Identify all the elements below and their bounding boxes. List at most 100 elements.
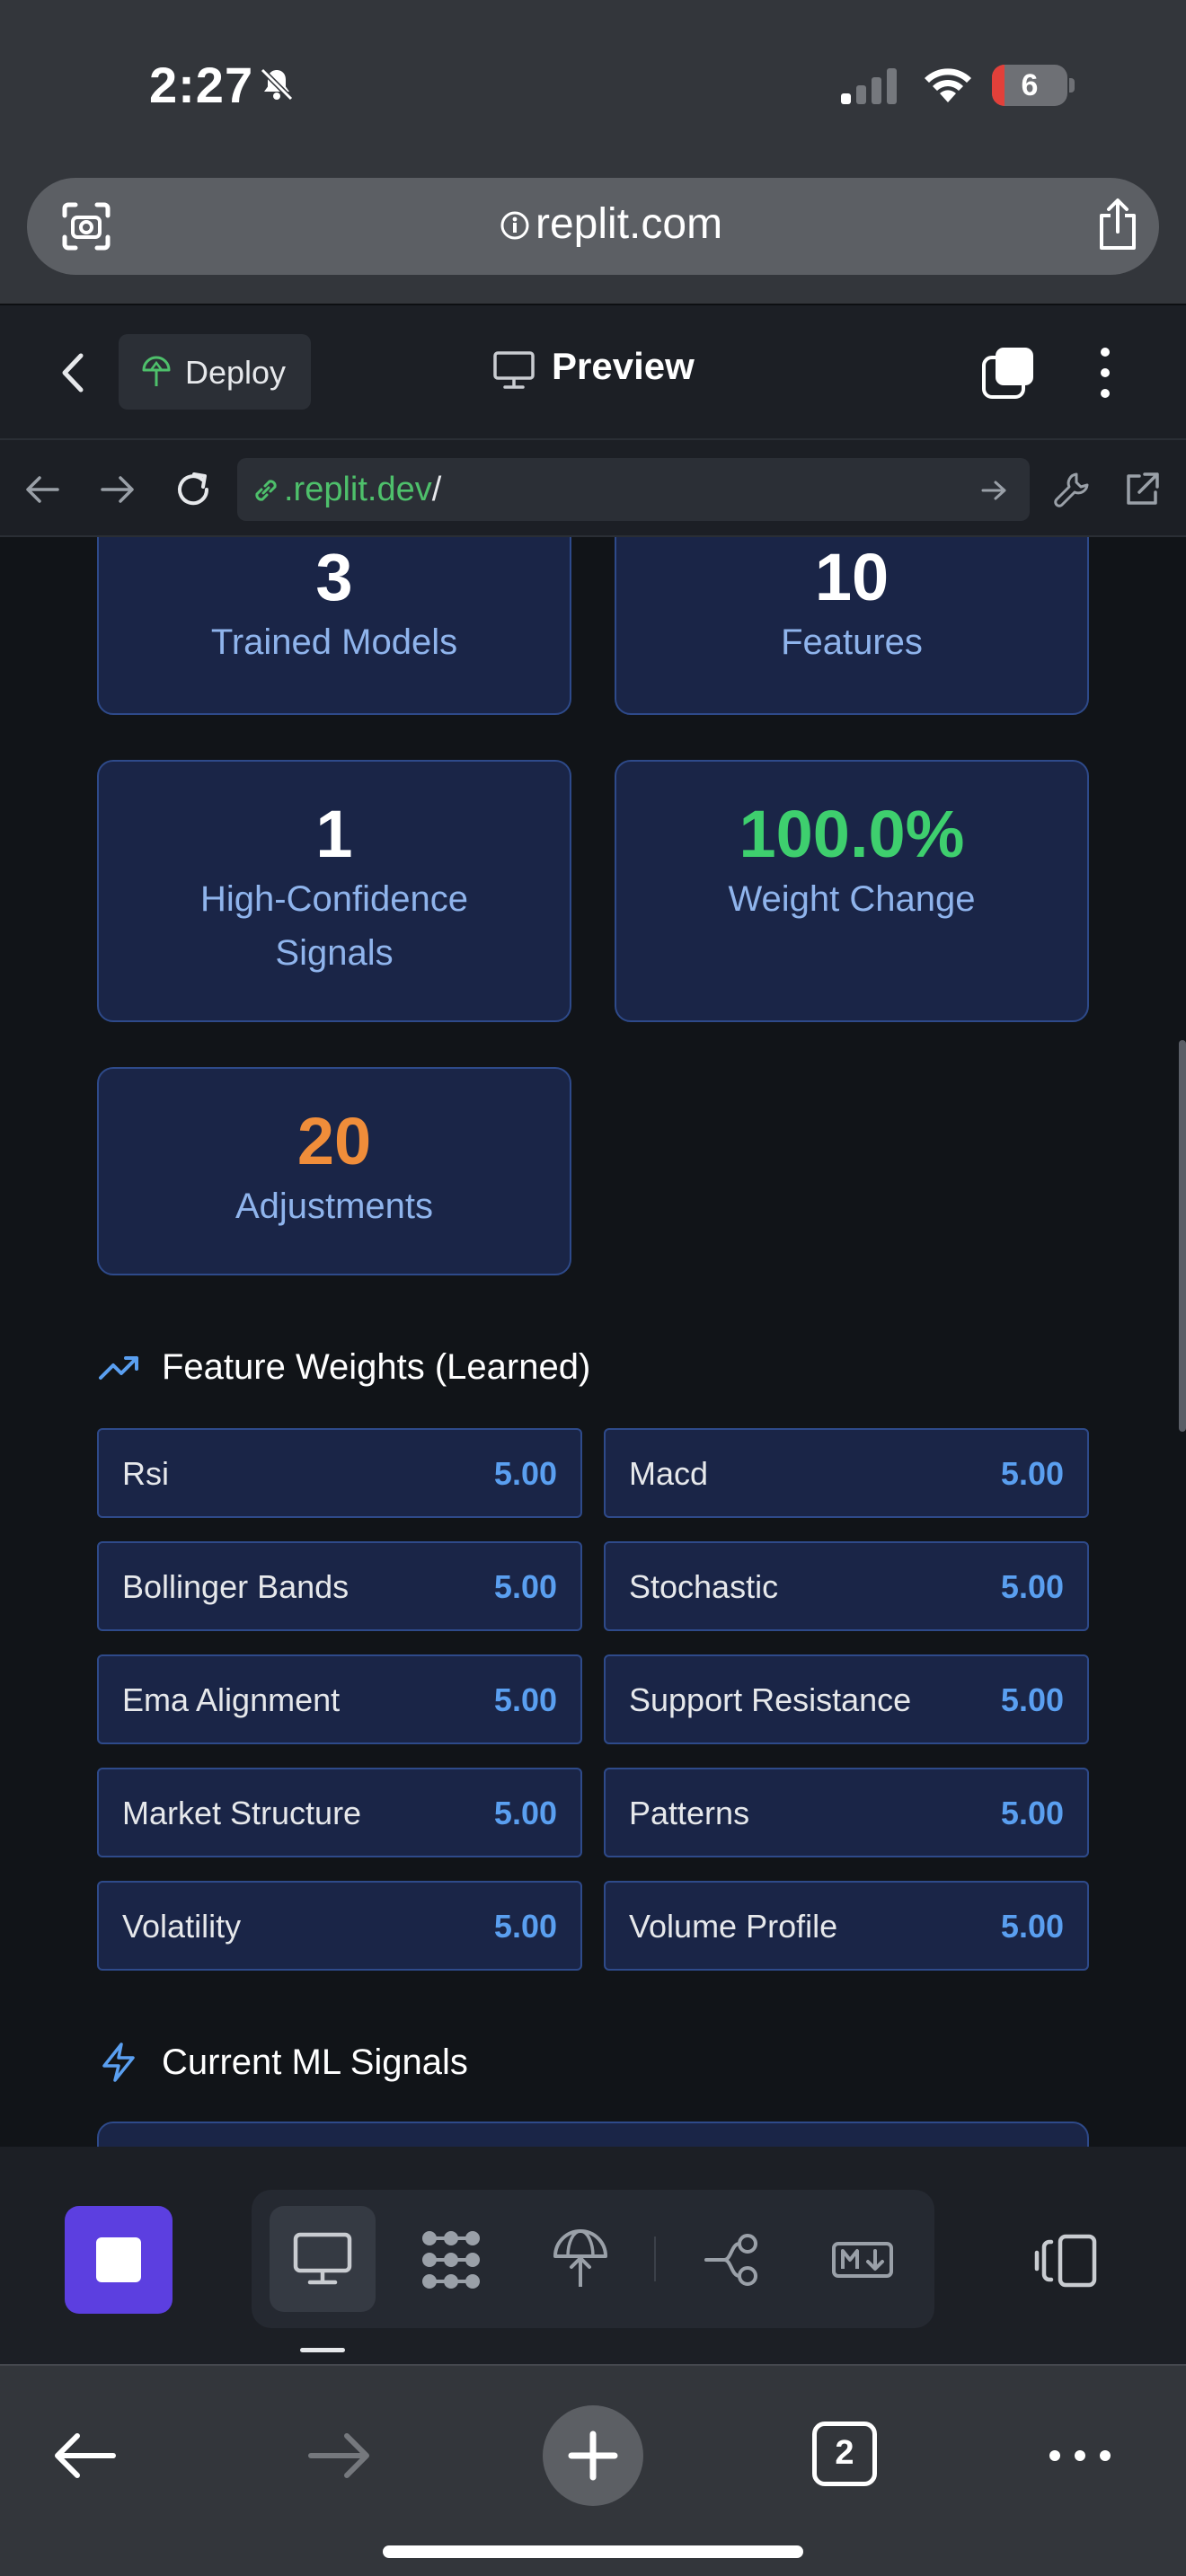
stat-card-adjustments: 20 Adjustments	[97, 1067, 571, 1275]
stat-value: 3	[315, 540, 353, 614]
preview-title: Preview	[552, 345, 695, 387]
tab-count-button[interactable]: 2	[812, 2422, 877, 2486]
feature-weight-item: Market Structure 5.00	[97, 1768, 582, 1857]
stat-value: 100.0%	[739, 797, 965, 871]
feature-value: 5.00	[1000, 1908, 1064, 1945]
url-path: /	[431, 471, 442, 508]
markdown-icon[interactable]	[830, 2228, 895, 2292]
stop-icon	[96, 2237, 141, 2282]
more-options-icon[interactable]	[1091, 345, 1120, 401]
feature-value: 5.00	[1000, 1568, 1064, 1605]
back-arrow-icon[interactable]	[50, 2422, 119, 2490]
home-indicator[interactable]	[383, 2545, 803, 2558]
workflows-icon[interactable]	[419, 2228, 483, 2292]
scrollbar[interactable]	[1179, 1040, 1186, 1432]
stat-value: 20	[296, 1104, 372, 1178]
feature-name: Ema Alignment	[122, 1681, 341, 1718]
reload-icon[interactable]	[173, 469, 214, 510]
feature-name: Macd	[629, 1455, 709, 1492]
browser-top-chrome: 2:27 6 replit.com	[0, 0, 1186, 304]
stop-button[interactable]	[65, 2206, 173, 2314]
feature-weight-item: Patterns 5.00	[604, 1768, 1089, 1857]
stat-card-high-confidence-signals: 1 High-Confidence Signals	[97, 760, 571, 1022]
feature-weight-item: Volume Profile 5.00	[604, 1881, 1089, 1971]
feature-name: Support Resistance	[629, 1681, 912, 1718]
feature-weights-title: Feature Weights (Learned)	[162, 1347, 591, 1387]
replit-header: Deploy Preview	[0, 304, 1186, 438]
trending-up-icon	[99, 1356, 138, 1380]
split-panel-icon[interactable]	[1033, 2233, 1098, 2289]
arrow-right-icon[interactable]	[97, 469, 138, 510]
toolbar-divider	[654, 2236, 656, 2281]
plus-icon	[568, 2430, 618, 2481]
pane-switcher	[252, 2190, 934, 2328]
feature-value: 5.00	[493, 1455, 557, 1492]
forward-arrow-icon[interactable]	[305, 2422, 374, 2490]
feature-name: Rsi	[122, 1455, 169, 1492]
preview-content: 3 Trained Models 10 Features 1 High-Conf…	[0, 537, 1186, 2147]
feature-value: 5.00	[1000, 1795, 1064, 1831]
feature-value: 5.00	[493, 1795, 557, 1831]
status-time: 2:27	[149, 57, 254, 113]
deploy-button[interactable]: Deploy	[119, 334, 311, 410]
safari-address-bar[interactable]: replit.com	[27, 178, 1159, 275]
monitor-icon	[493, 351, 535, 389]
stat-label: High-Confidence Signals	[200, 879, 468, 973]
feature-weight-item: Volatility 5.00	[97, 1881, 582, 1971]
wifi-icon	[925, 68, 971, 102]
stat-card-features: 10 Features	[615, 537, 1089, 715]
feature-weight-item: Stochastic 5.00	[604, 1541, 1089, 1631]
more-horizontal-icon[interactable]	[1046, 2422, 1114, 2490]
deployments-icon[interactable]	[548, 2228, 613, 2292]
feature-value: 5.00	[1000, 1681, 1064, 1718]
feature-value: 5.00	[493, 1908, 557, 1945]
go-arrow-icon[interactable]	[979, 476, 1008, 505]
feature-value: 5.00	[493, 1681, 557, 1718]
stat-label: Trained Models	[210, 622, 458, 662]
lightning-icon	[102, 2042, 135, 2082]
feature-name: Volume Profile	[629, 1908, 838, 1945]
replit-bottom-toolbar	[0, 2147, 1186, 2364]
bell-slash-icon	[260, 67, 294, 101]
external-link-icon[interactable]	[1121, 469, 1163, 510]
ml-signals-title: Current ML Signals	[162, 2042, 468, 2082]
feature-weight-item: Bollinger Bands 5.00	[97, 1541, 582, 1631]
safari-bottom-bar: 2	[0, 2364, 1186, 2576]
wrench-icon[interactable]	[1051, 469, 1093, 510]
page-domain[interactable]: replit.com	[535, 199, 722, 249]
git-branch-icon[interactable]	[701, 2228, 766, 2292]
feature-value: 5.00	[493, 1568, 557, 1605]
feature-name: Market Structure	[122, 1795, 362, 1831]
cellular-signal-icon	[841, 68, 897, 104]
feature-name: Volatility	[122, 1908, 242, 1945]
stat-card-weight-change: 100.0% Weight Change	[615, 760, 1089, 1022]
info-icon[interactable]	[500, 210, 530, 241]
deploy-icon	[142, 356, 171, 386]
feature-weight-item: Rsi 5.00	[97, 1428, 582, 1518]
active-tab-indicator	[300, 2348, 345, 2352]
signal-card	[97, 2122, 1089, 2147]
stat-label: Features	[781, 622, 923, 662]
new-tab-button[interactable]	[543, 2405, 643, 2506]
feature-weight-item: Support Resistance 5.00	[604, 1654, 1089, 1744]
arrow-left-icon[interactable]	[22, 469, 63, 510]
stat-label: Adjustments	[235, 1187, 434, 1226]
status-bar: 2:27 6	[0, 0, 1186, 171]
tabs-switcher-icon[interactable]	[981, 345, 1037, 401]
deploy-label: Deploy	[185, 354, 287, 391]
share-icon[interactable]	[1093, 196, 1143, 253]
feature-name: Patterns	[629, 1795, 750, 1831]
chevron-left-icon[interactable]	[56, 350, 92, 395]
stat-value: 10	[814, 540, 890, 614]
feature-weight-item: Ema Alignment 5.00	[97, 1654, 582, 1744]
feature-name: Bollinger Bands	[122, 1568, 350, 1605]
stat-card-trained-models: 3 Trained Models	[97, 537, 571, 715]
url-host: .replit.dev	[284, 471, 432, 508]
stat-label: Weight Change	[728, 879, 976, 919]
link-icon	[255, 480, 277, 501]
visual-lookup-icon[interactable]	[59, 199, 113, 253]
feature-value: 5.00	[1000, 1455, 1064, 1492]
webview-url-field[interactable]: .replit.dev/	[237, 458, 1030, 521]
battery-level: 6	[1021, 68, 1039, 102]
preview-pane-icon[interactable]	[290, 2226, 355, 2290]
